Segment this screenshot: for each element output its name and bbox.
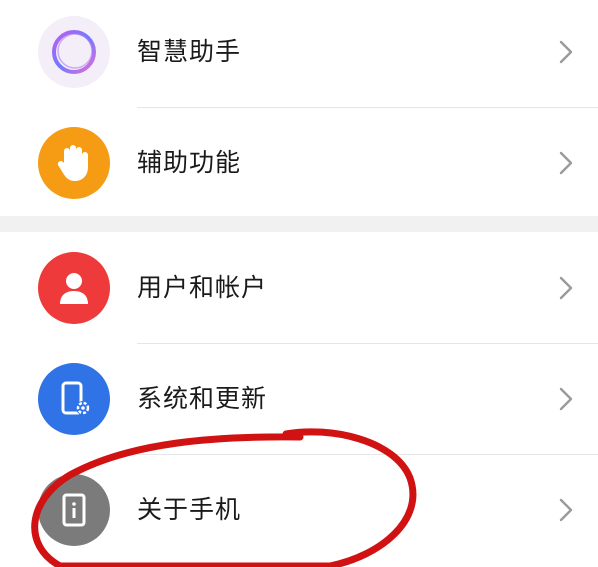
chevron-right-icon: [559, 387, 573, 411]
smart-assistant-label: 智慧助手: [137, 37, 242, 66]
system-update-item[interactable]: 系统和更新: [0, 343, 598, 455]
hand-icon: [38, 127, 110, 199]
smart-assistant-item[interactable]: 智慧助手: [0, 0, 598, 108]
chevron-right-icon: [559, 151, 573, 175]
users-accounts-label: 用户和帐户: [137, 273, 268, 302]
user-icon: [38, 252, 110, 324]
smart-assistant-icon: [38, 16, 110, 88]
about-phone-item[interactable]: 关于手机: [0, 454, 598, 566]
accessibility-item[interactable]: 辅助功能: [0, 107, 598, 219]
settings-group-1: 智慧助手 辅助功能: [0, 0, 598, 216]
settings-group-2: 用户和帐户 系统和更新 关于手机: [0, 232, 598, 567]
chevron-right-icon: [559, 498, 573, 522]
system-update-label: 系统和更新: [137, 384, 268, 413]
accessibility-label: 辅助功能: [137, 148, 242, 177]
phone-info-icon: [38, 474, 110, 546]
chevron-right-icon: [559, 276, 573, 300]
section-separator: [0, 216, 598, 232]
about-phone-label: 关于手机: [137, 495, 242, 524]
chevron-right-icon: [559, 40, 573, 64]
users-accounts-item[interactable]: 用户和帐户: [0, 232, 598, 344]
phone-settings-icon: [38, 363, 110, 435]
